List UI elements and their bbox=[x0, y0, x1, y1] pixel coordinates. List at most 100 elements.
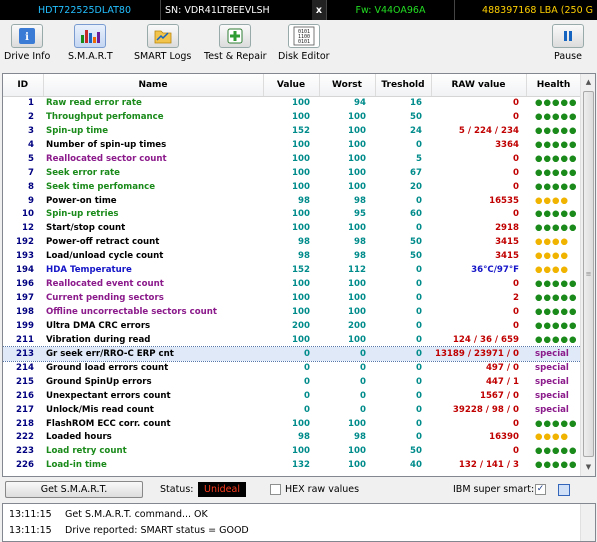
table-row[interactable]: 3 Spin-up time 152 100 24 5 / 224 / 234 ●●●●● bbox=[3, 124, 581, 138]
cell-value: 100 bbox=[292, 418, 310, 429]
cell-health: ●●●●● bbox=[535, 139, 578, 150]
scroll-up-arrow-icon[interactable]: ▲ bbox=[582, 75, 595, 89]
table-row[interactable]: 10 Spin-up retries 100 95 60 0 ●●●●● bbox=[3, 208, 581, 222]
drive-info-strip: HDT722525DLAT80 SN: VDR41LT8EEVLSH x Fw:… bbox=[0, 0, 597, 20]
cell-name: Power-off retract count bbox=[46, 237, 160, 248]
table-row[interactable]: 5 Reallocated sector count 100 100 5 0 ●●●●● bbox=[3, 152, 581, 166]
cell-name: Reallocated sector count bbox=[46, 153, 167, 164]
cell-threshold: 0 bbox=[416, 195, 422, 206]
cell-raw: 447 / 1 bbox=[485, 376, 519, 387]
table-row[interactable]: 215 Ground SpinUp errors 0 0 0 447 / 1 special bbox=[3, 375, 581, 389]
table-row[interactable]: 197 Current pending sectors 100 100 0 2 ●●●●● bbox=[3, 291, 581, 305]
table-scrollbar[interactable]: ▲ ≡ ▼ bbox=[580, 74, 595, 476]
cell-raw: 0 bbox=[513, 209, 519, 220]
col-header-value[interactable]: Value bbox=[263, 74, 320, 97]
cell-name: FlashROM ECC corr. count bbox=[46, 418, 171, 429]
cell-value: 100 bbox=[292, 334, 310, 345]
table-row[interactable]: 211 Vibration during read 100 100 0 124 / 36 … bbox=[3, 333, 581, 347]
table-row[interactable]: 8 Seek time perfomance 100 100 20 0 ●●●●● bbox=[3, 180, 581, 194]
cell-id: 192 bbox=[16, 237, 34, 248]
table-row[interactable]: 199 Ultra DMA CRC errors 200 200 0 0 ●●●●● bbox=[3, 319, 581, 333]
table-row[interactable]: 218 FlashROM ECC corr. count 100 100 0 0 ●●●●● bbox=[3, 417, 581, 431]
table-row[interactable]: 214 Ground load errors count 0 0 0 497 / 0 spe… bbox=[3, 361, 581, 375]
table-row[interactable]: 2 Throughput perfomance 100 100 50 0 ●●●●● bbox=[3, 110, 581, 124]
scroll-thumb[interactable]: ≡ bbox=[583, 91, 594, 457]
table-row[interactable]: 198 Offline uncorrectable sectors count 10… bbox=[3, 305, 581, 319]
test-repair-button[interactable]: Test & Repair bbox=[204, 24, 267, 64]
cell-threshold: 0 bbox=[416, 418, 422, 429]
cell-threshold: 0 bbox=[375, 346, 431, 361]
drive-info-button[interactable]: i Drive Info bbox=[4, 24, 50, 64]
cell-value: 100 bbox=[292, 209, 310, 220]
cell-health: ●●●● bbox=[535, 251, 569, 262]
cell-name: Current pending sectors bbox=[46, 293, 164, 304]
table-row[interactable]: 222 Loaded hours 98 98 0 16390 ●●●● bbox=[3, 431, 581, 445]
table-row[interactable]: 9 Power-on time 98 98 0 16535 ●●●● bbox=[3, 194, 581, 208]
table-row[interactable]: 216 Unexpectant errors count 0 0 0 1567 / 0 sp… bbox=[3, 389, 581, 403]
table-row[interactable]: 1 Raw read error rate 100 94 16 0 ●●●●● bbox=[3, 96, 581, 110]
cell-name: Load/unload cycle count bbox=[46, 251, 164, 262]
cell-value: 100 bbox=[292, 446, 310, 457]
table-row[interactable]: 4 Number of spin-up times 100 100 0 3364 ●●●●● bbox=[3, 138, 581, 152]
cell-threshold: 0 bbox=[416, 279, 422, 290]
table-row[interactable]: 193 Load/unload cycle count 98 98 50 3415 ●●●● bbox=[3, 249, 581, 263]
cell-health: special bbox=[535, 362, 569, 373]
col-header-health[interactable]: Health bbox=[526, 74, 582, 97]
options-square-button[interactable] bbox=[558, 484, 570, 496]
cell-threshold: 0 bbox=[416, 265, 422, 276]
col-header-raw[interactable]: RAW value bbox=[431, 74, 527, 97]
cell-worst: 100 bbox=[348, 446, 366, 457]
ibm-super-smart-checkbox[interactable]: ✓ bbox=[535, 484, 546, 495]
table-row[interactable]: 226 Load-in time 132 100 40 132 / 141 / 3 ●●●●… bbox=[3, 458, 581, 472]
cell-health: ●●●●● bbox=[535, 307, 578, 318]
table-row[interactable]: 7 Seek error rate 100 100 67 0 ●●●●● bbox=[3, 166, 581, 180]
scroll-grip-icon: ≡ bbox=[585, 270, 592, 278]
cell-id: 2 bbox=[28, 111, 34, 122]
col-header-worst[interactable]: Worst bbox=[319, 74, 376, 97]
col-header-name[interactable]: Name bbox=[43, 74, 264, 97]
disk-editor-button[interactable]: 0101 1100 0101 Disk Editor bbox=[278, 24, 330, 64]
cell-worst: 0 bbox=[360, 376, 366, 387]
table-row[interactable]: 196 Reallocated event count 100 100 0 0 ●●●●● bbox=[3, 277, 581, 291]
smart-button[interactable]: S.M.A.R.T bbox=[68, 24, 113, 64]
get-smart-button[interactable]: Get S.M.A.R.T. bbox=[5, 481, 143, 498]
drive-model[interactable]: HDT722525DLAT80 bbox=[0, 0, 160, 20]
table-row[interactable]: 223 Load retry count 100 100 50 0 ●●●●● bbox=[3, 444, 581, 458]
drive-info-icon: i bbox=[11, 24, 44, 48]
close-drive-button[interactable]: x bbox=[312, 0, 326, 20]
svg-text:i: i bbox=[25, 32, 29, 43]
log-scrollbar[interactable] bbox=[580, 504, 595, 541]
table-row[interactable]: 12 Start/stop count 100 100 0 2918 ●●●●● bbox=[3, 221, 581, 235]
cell-threshold: 0 bbox=[416, 307, 422, 318]
col-header-id[interactable]: ID bbox=[3, 74, 44, 97]
bottom-controls: Get S.M.A.R.T. Status: Unideal HEX raw v… bbox=[0, 479, 597, 501]
table-row[interactable]: 213 Gr seek err/RRO-C ERP cnt 0 0 0 13189 / 2… bbox=[3, 345, 582, 362]
cell-name: Offline uncorrectable sectors count bbox=[46, 307, 217, 318]
cell-threshold: 50 bbox=[410, 251, 422, 262]
cell-health: ●●●●● bbox=[535, 167, 578, 178]
serial-number: SN: VDR41LT8EEVLSH bbox=[160, 0, 312, 20]
cell-threshold: 0 bbox=[416, 293, 422, 304]
cell-worst: 100 bbox=[348, 153, 366, 164]
cell-threshold: 40 bbox=[410, 460, 422, 471]
table-row[interactable]: 217 Unlock/Mis read count 0 0 0 39228 / 98 / … bbox=[3, 403, 581, 417]
log-text: Get S.M.A.R.T. command... OK bbox=[65, 509, 208, 520]
cell-raw: 3364 bbox=[495, 139, 519, 150]
cell-threshold: 50 bbox=[410, 111, 422, 122]
ibm-super-smart-label[interactable]: IBM super smart: bbox=[453, 484, 534, 495]
cell-health: special bbox=[535, 404, 569, 415]
col-header-threshold[interactable]: Treshold bbox=[375, 74, 432, 97]
cell-name: Loaded hours bbox=[46, 432, 112, 443]
cell-id: 199 bbox=[16, 320, 34, 331]
pause-button[interactable]: Pause bbox=[552, 24, 584, 64]
cell-name: Ultra DMA CRC errors bbox=[46, 320, 151, 331]
cell-raw: 3415 bbox=[495, 251, 519, 262]
table-row[interactable]: 192 Power-off retract count 98 98 50 3415 ●●●● bbox=[3, 235, 581, 249]
hex-raw-checkbox[interactable] bbox=[270, 484, 281, 495]
cell-value: 98 bbox=[298, 251, 310, 262]
smart-logs-button[interactable]: SMART Logs bbox=[134, 24, 191, 64]
table-row[interactable]: 194 HDA Temperature 152 112 0 36°C/97°F ●●●● bbox=[3, 263, 581, 277]
cell-id: 4 bbox=[28, 139, 34, 150]
scroll-down-arrow-icon[interactable]: ▼ bbox=[582, 460, 595, 474]
hex-raw-label[interactable]: HEX raw values bbox=[285, 484, 359, 495]
